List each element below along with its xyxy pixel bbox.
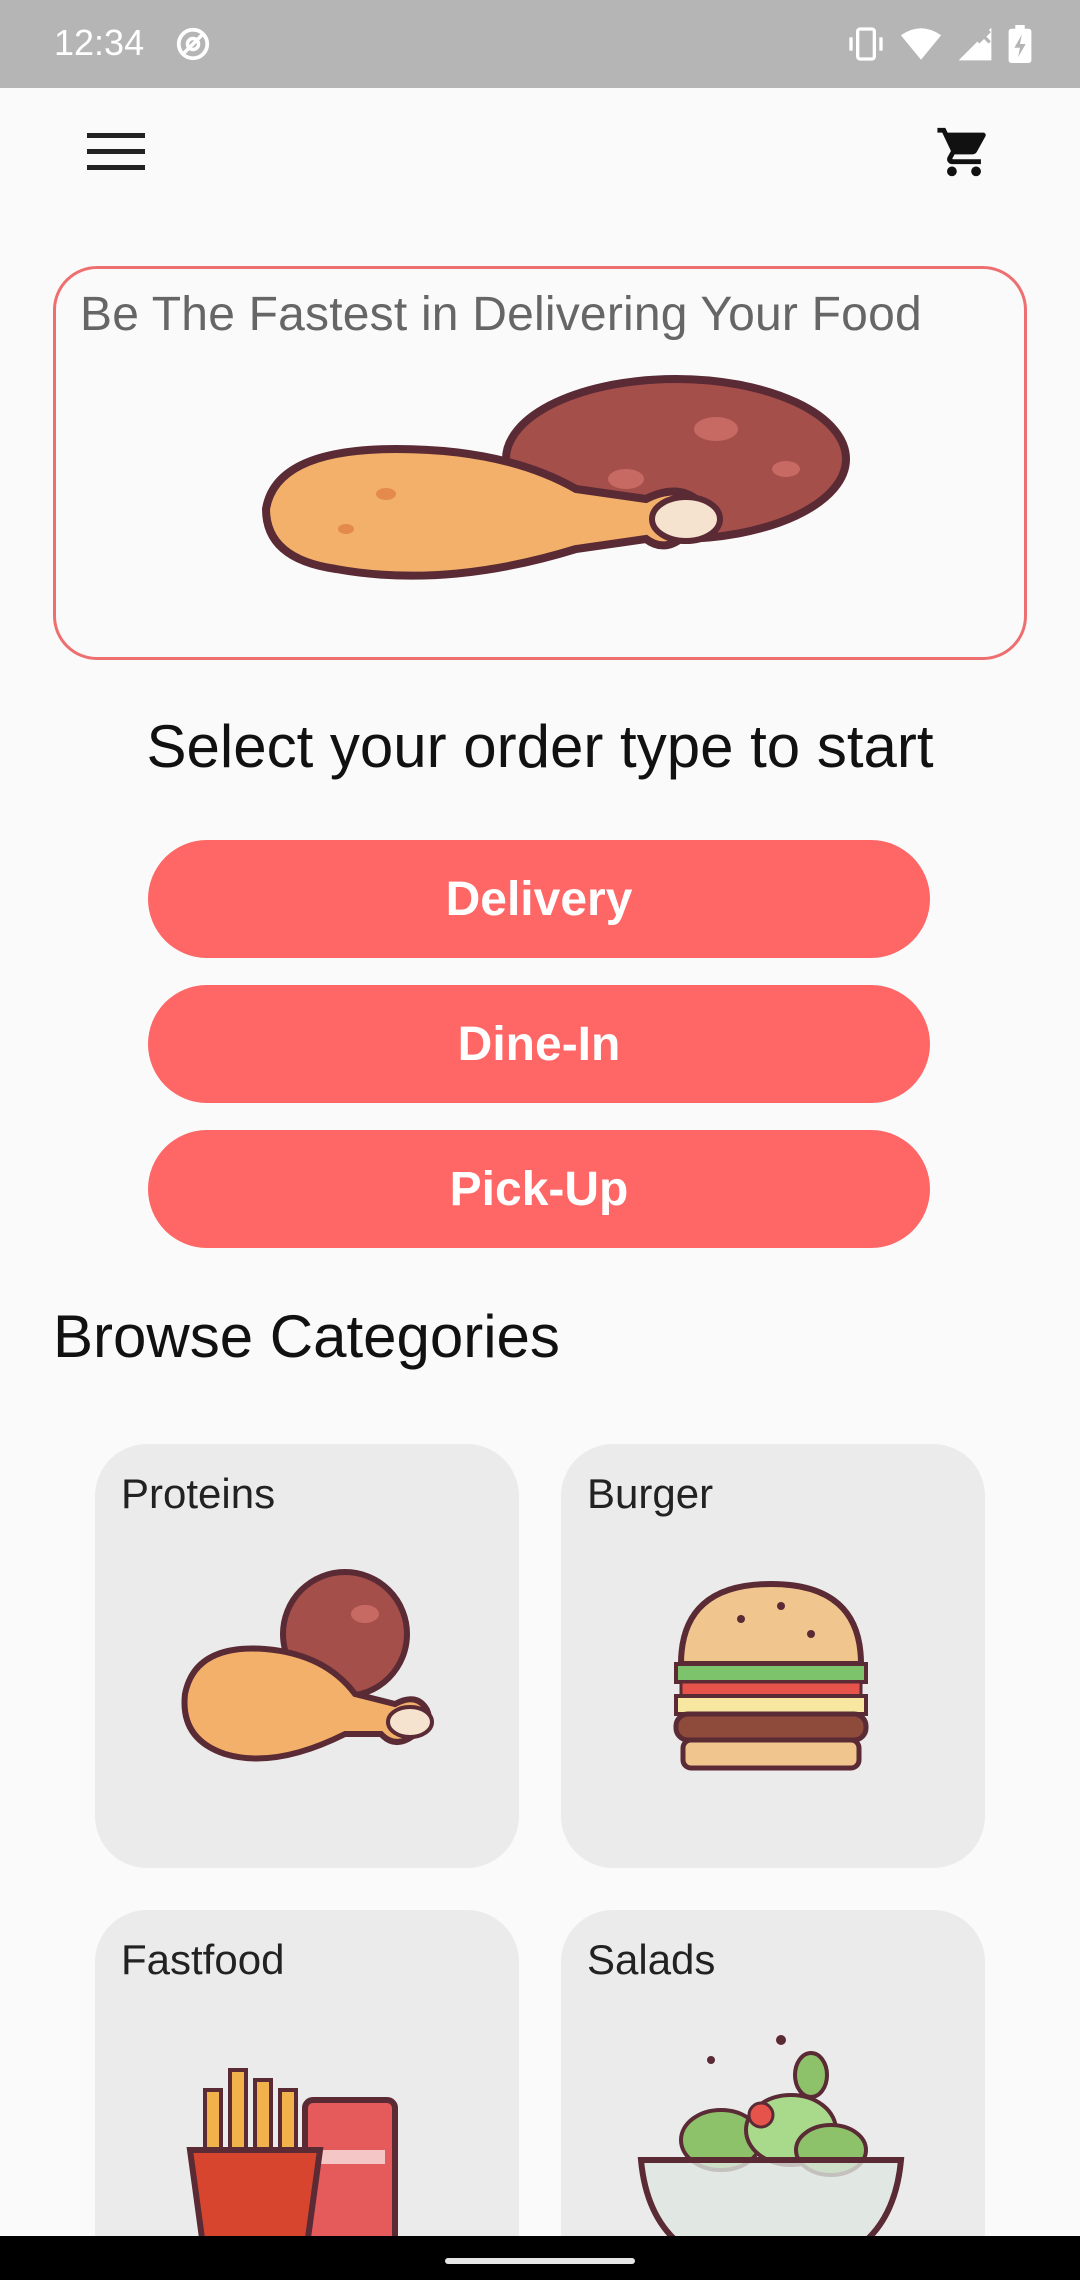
signal-icon — [958, 27, 992, 61]
status-icons — [846, 24, 1032, 64]
home-gesture-handle[interactable] — [445, 2258, 635, 2264]
fries-and-drink-icon — [186, 2068, 398, 2263]
pick-up-button[interactable]: Pick-Up — [148, 1130, 930, 1248]
system-nav-bar — [0, 2236, 1080, 2280]
cart-button[interactable] — [922, 116, 1006, 188]
category-card-salads[interactable]: Salads — [561, 1910, 985, 2280]
chicken-leg-icon — [181, 1569, 434, 1762]
vibrate-icon — [849, 27, 883, 61]
wifi-icon — [900, 28, 942, 60]
hamburger-menu-icon — [87, 133, 145, 170]
status-time: 12:34 — [54, 22, 145, 63]
salad-bowl-icon — [637, 2035, 905, 2270]
menu-button[interactable] — [74, 120, 158, 184]
category-label: Salads — [587, 1936, 716, 1983]
banner-text: Be The Fastest in Delivering Your Food — [80, 288, 922, 341]
category-label: Fastfood — [121, 1936, 285, 1983]
category-card-fastfood[interactable]: Fastfood — [95, 1910, 519, 2280]
category-label: Burger — [587, 1470, 714, 1517]
dine-in-button[interactable]: Dine-In — [148, 985, 930, 1103]
battery-icon — [1008, 25, 1032, 63]
status-bar: 12:34 — [0, 0, 1080, 88]
order-type-title: Select your order type to start — [146, 713, 934, 780]
category-label: Proteins — [121, 1470, 276, 1517]
browse-categories-title: Browse Categories — [53, 1303, 560, 1370]
delivery-button[interactable]: Delivery — [148, 840, 930, 958]
promo-banner: Be The Fastest in Delivering Your Food — [53, 266, 1027, 660]
chicken-drumsticks-illustration — [261, 375, 850, 580]
shopping-cart-icon — [937, 127, 986, 177]
burger-icon — [673, 1580, 869, 1771]
sync-off-icon — [176, 27, 210, 61]
category-card-proteins[interactable]: Proteins — [95, 1444, 519, 1868]
category-card-burger[interactable]: Burger — [561, 1444, 985, 1868]
app-bar — [0, 88, 1080, 212]
